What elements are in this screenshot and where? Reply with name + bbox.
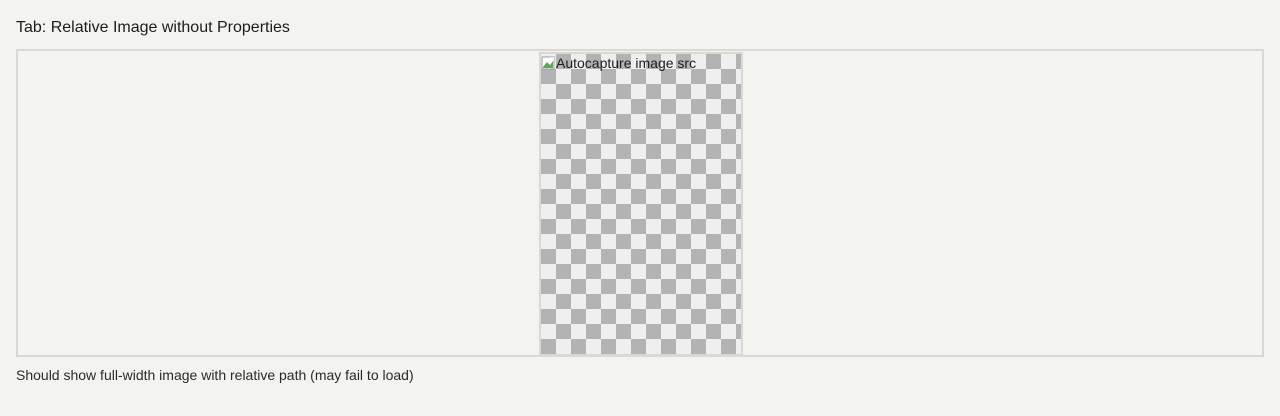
autocapture-image: Autocapture image src: [539, 52, 743, 356]
image-alt-text: Autocapture image src: [556, 55, 697, 71]
image-container: Autocapture image src: [16, 49, 1264, 357]
page: Tab: Relative Image without Properties A…: [0, 0, 1280, 416]
broken-image-icon: [541, 55, 555, 71]
tab-title: Tab: Relative Image without Properties: [16, 19, 290, 36]
caption-text: Should show full-width image with relati…: [16, 367, 414, 383]
broken-image-placeholder: Autocapture image src: [541, 54, 696, 72]
